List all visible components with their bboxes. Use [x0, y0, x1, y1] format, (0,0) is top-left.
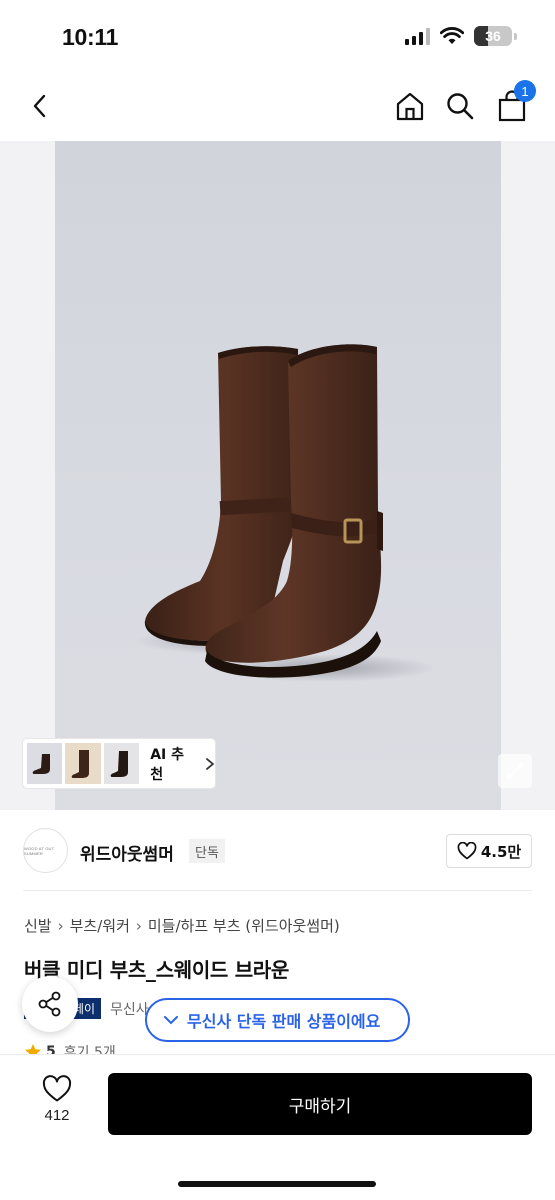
wishlist-count: 412	[44, 1107, 70, 1124]
wifi-icon	[440, 27, 464, 44]
chevron-right-icon: ›	[57, 916, 64, 935]
pay-text: 무신사	[110, 1002, 149, 1018]
exclusive-toast: 무신사 단독 판매 상품이에요	[145, 998, 410, 1042]
breadcrumb: 신발 › 부츠/워커 › 미들/하프 부츠 (위드아웃썸머)	[24, 915, 340, 936]
search-button[interactable]	[440, 86, 480, 126]
boot-thumb-icon	[32, 753, 50, 774]
boots-illustration	[135, 344, 435, 682]
heart-icon	[42, 1075, 72, 1102]
wishlist-button[interactable]: 412	[34, 1075, 80, 1135]
brand-like-count: 4.5만	[480, 842, 522, 861]
breadcrumb-boots[interactable]: 부츠/워커	[70, 915, 130, 936]
chevron-right-icon	[206, 757, 215, 770]
buy-button[interactable]: 구매하기	[108, 1073, 532, 1135]
home-indicator	[178, 1181, 376, 1187]
home-button[interactable]	[390, 86, 430, 126]
breadcrumb-middle-boots[interactable]: 미들/하프 부츠 (위드아웃썸머)	[148, 915, 340, 936]
ai-thumb-1[interactable]	[27, 743, 63, 784]
expand-icon	[507, 763, 523, 779]
chevron-right-icon: ›	[135, 916, 142, 935]
ai-recommend-label: AI 추천	[150, 746, 185, 783]
expand-image-button[interactable]	[498, 754, 532, 788]
status-time: 10:11	[62, 24, 119, 50]
share-button[interactable]	[22, 976, 78, 1032]
exclusive-tag: 단독	[189, 839, 225, 863]
buy-button-label: 구매하기	[288, 1096, 352, 1117]
battery-icon: 36	[474, 26, 512, 46]
search-icon	[447, 93, 474, 120]
ai-thumb-3[interactable]	[103, 743, 140, 784]
chevron-left-icon	[33, 94, 46, 118]
ai-recommend-chip[interactable]: AI 추천	[23, 739, 215, 788]
home-icon	[396, 92, 424, 121]
cart-button[interactable]: 1	[492, 80, 536, 126]
product-image[interactable]	[55, 141, 501, 810]
bottom-action-bar: 412 구매하기	[0, 1054, 555, 1200]
brand-logo[interactable]: WOOD AT OUT SUMMER	[23, 828, 68, 873]
status-bar: 10:11 36	[0, 0, 555, 70]
brand-row: WOOD AT OUT SUMMER 위드아웃썸머 단독 4.5만	[0, 820, 555, 882]
share-icon	[38, 991, 61, 1017]
chevron-down-icon	[164, 1016, 178, 1025]
back-button[interactable]	[20, 86, 60, 126]
brand-like-button[interactable]: 4.5만	[446, 834, 532, 868]
heart-icon	[457, 842, 477, 860]
top-nav: 1	[0, 78, 555, 134]
signal-icon	[405, 27, 430, 45]
boot-thumb-icon	[71, 749, 90, 778]
divider	[23, 890, 532, 891]
ai-thumb-2[interactable]	[65, 743, 101, 784]
cart-count-badge: 1	[514, 80, 536, 102]
brand-name[interactable]: 위드아웃썸머	[80, 840, 174, 865]
breadcrumb-shoes[interactable]: 신발	[24, 915, 52, 936]
toast-text: 무신사 단독 판매 상품이에요	[187, 1012, 381, 1031]
battery-level: 36	[485, 28, 501, 44]
boot-thumb-icon	[110, 750, 128, 777]
status-icons: 36	[405, 26, 517, 46]
